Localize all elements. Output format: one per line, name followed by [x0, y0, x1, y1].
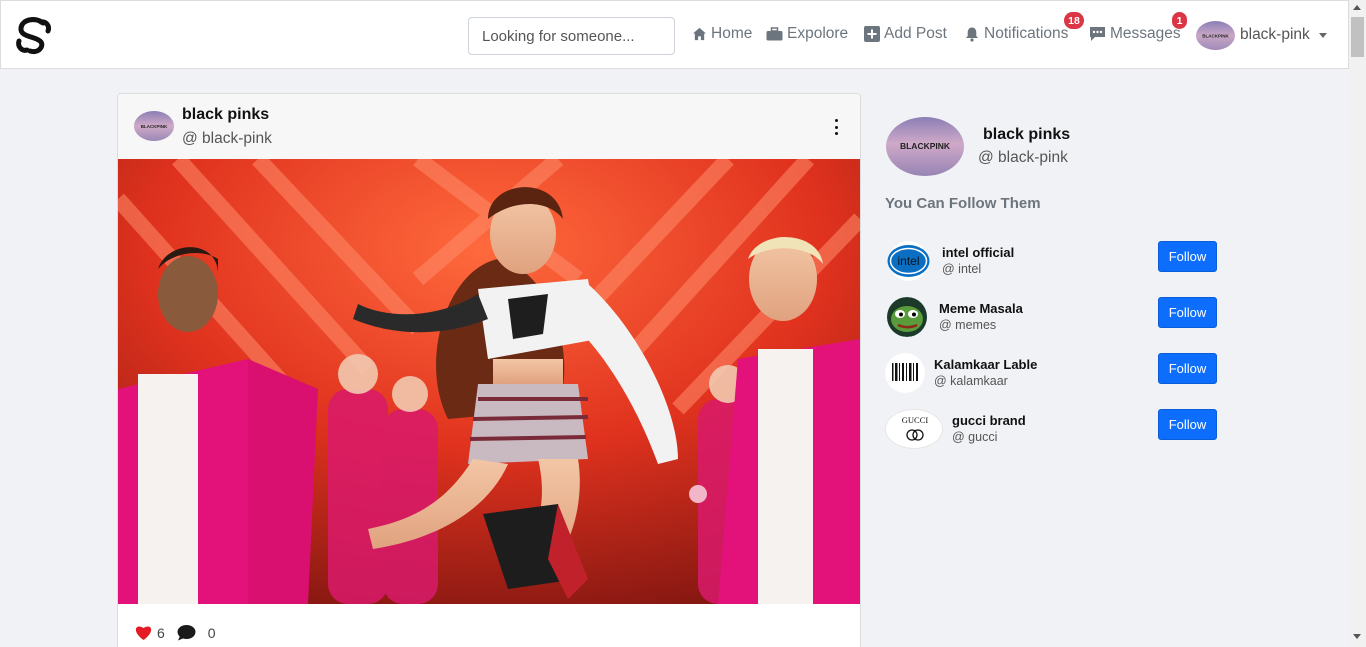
follow-button[interactable]: Follow — [1158, 297, 1217, 328]
avatar: BLACKPINK — [1196, 20, 1235, 50]
suggestion-name[interactable]: Meme Masala — [939, 301, 1023, 316]
post-author-avatar[interactable]: BLACKPINK — [134, 111, 174, 141]
suggestion-handle: @ memes — [939, 318, 997, 332]
nav-notifications-link[interactable]: Notifications — [964, 23, 1068, 45]
top-navbar: Home Expolore Add Post Notifications 18 … — [0, 0, 1349, 69]
follow-button[interactable]: Follow — [1158, 409, 1217, 440]
home-icon — [692, 27, 707, 41]
post-card: BLACKPINK black pinks @ black-pink 6 0 — [117, 93, 861, 647]
comment-icon[interactable] — [177, 624, 196, 641]
vertical-scrollbar[interactable] — [1349, 0, 1366, 647]
suggestion-name[interactable]: gucci brand — [952, 413, 1026, 428]
bell-icon — [966, 27, 978, 42]
chat-icon — [1090, 27, 1105, 41]
briefcase-icon — [766, 27, 783, 41]
profile-handle: @ black-pink — [978, 149, 1068, 166]
suggestion-item: Kalamkaar Lable @ kalamkaar Follow — [885, 353, 1225, 395]
suggestion-handle: @ kalamkaar — [934, 374, 1008, 388]
suggestion-avatar[interactable]: intel — [885, 241, 932, 281]
post-image[interactable] — [118, 159, 860, 604]
suggestion-item: intel intel official @ intel Follow — [885, 241, 1225, 283]
nav-messages-label: Messages — [1110, 25, 1181, 42]
nav-explore-label: Expolore — [787, 25, 849, 42]
suggestion-avatar[interactable] — [885, 297, 929, 337]
plus-square-icon — [864, 26, 880, 42]
search-input[interactable] — [468, 17, 675, 55]
scroll-down-arrow-icon[interactable] — [1353, 634, 1361, 639]
more-options-icon[interactable] — [829, 119, 843, 135]
heart-icon[interactable] — [134, 624, 153, 641]
suggestion-item: Meme Masala @ memes Follow — [885, 297, 1225, 339]
avatar-logo-text: BLACKPINK — [900, 141, 951, 151]
intel-logo-text: intel — [897, 254, 919, 268]
messages-count-badge: 1 — [1171, 11, 1188, 30]
suggestion-avatar[interactable]: GUCCI — [885, 409, 943, 449]
profile-name[interactable]: black pinks — [983, 126, 1070, 144]
nav-add-post-label: Add Post — [884, 25, 947, 42]
follow-button[interactable]: Follow — [1158, 353, 1217, 384]
suggestions-heading: You Can Follow Them — [885, 195, 1041, 212]
suggestion-name[interactable]: Kalamkaar Lable — [934, 357, 1037, 372]
nav-notifications-label: Notifications — [984, 25, 1069, 42]
follow-button[interactable]: Follow — [1158, 241, 1217, 272]
suggestion-item: GUCCI gucci brand @ gucci Follow — [885, 409, 1225, 451]
scrollbar-thumb[interactable] — [1351, 17, 1364, 57]
suggestion-avatar[interactable] — [885, 353, 925, 393]
scroll-up-arrow-icon[interactable] — [1353, 5, 1361, 10]
like-count: 6 — [157, 624, 165, 641]
nav-home-link[interactable]: Home — [692, 23, 752, 45]
chevron-down-icon — [1318, 32, 1327, 38]
notifications-count-badge: 18 — [1063, 11, 1085, 30]
suggestion-handle: @ intel — [942, 262, 982, 276]
nav-add-post-link[interactable]: Add Post — [864, 23, 947, 45]
logo-icon[interactable] — [12, 14, 56, 58]
post-author-name[interactable]: black pinks — [182, 106, 269, 124]
gucci-logo-text: GUCCI — [902, 415, 929, 425]
nav-home-label: Home — [711, 25, 753, 42]
profile-avatar[interactable]: BLACKPINK — [886, 117, 964, 176]
post-header: BLACKPINK black pinks @ black-pink — [118, 94, 860, 160]
suggestion-name[interactable]: intel official — [942, 245, 1014, 260]
post-author-handle: @ black-pink — [182, 130, 272, 147]
user-menu-dropdown[interactable]: BLACKPINK black-pink — [1196, 20, 1327, 50]
suggestion-handle: @ gucci — [952, 430, 998, 444]
post-actions-bar: 6 0 — [134, 624, 216, 641]
nav-messages-link[interactable]: Messages — [1089, 23, 1181, 45]
username-label: black-pink — [1240, 26, 1310, 43]
comment-count: 0 — [207, 624, 216, 641]
avatar-logo-text: BLACKPINK — [141, 124, 168, 129]
avatar-logo-text: BLACKPINK — [1202, 33, 1229, 38]
nav-explore-link[interactable]: Expolore — [766, 23, 848, 45]
